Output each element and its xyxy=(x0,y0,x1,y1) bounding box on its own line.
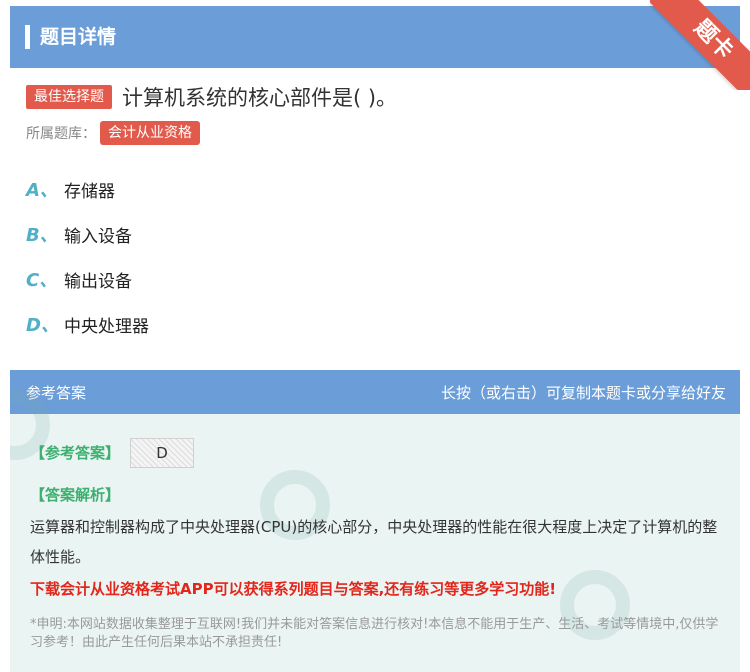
question-card: 题目详情 最佳选择题 计算机系统的核心部件是( )。 所属题库： 会计从业资格 … xyxy=(10,6,740,346)
question-header: 题目详情 xyxy=(10,6,740,68)
question-type-tag: 最佳选择题 xyxy=(26,85,112,109)
option-text: 存储器 xyxy=(64,181,115,202)
option-c[interactable]: C、 输出设备 xyxy=(26,266,132,292)
disclaimer-text: *申明:本网站数据收集整理于互联网!我们并未能对答案信息进行核对!本信息不能用于… xyxy=(30,617,719,650)
option-text: 输出设备 xyxy=(64,271,132,292)
option-d[interactable]: D、 中央处理器 xyxy=(26,311,149,337)
answer-label: 【参考答案】 xyxy=(30,444,121,462)
bank-tag[interactable]: 会计从业资格 xyxy=(100,121,200,145)
option-b[interactable]: B、 输入设备 xyxy=(26,221,132,247)
answer-header: 参考答案 长按（或右击）可复制本题卡或分享给好友 xyxy=(10,370,740,414)
answer-card: 参考答案 长按（或右击）可复制本题卡或分享给好友 【参考答案】 D 【答案解析】… xyxy=(10,370,740,672)
analysis-label: 【答案解析】 xyxy=(30,486,121,504)
ribbon-corner: 题卡 xyxy=(650,0,750,90)
question-bank-row: 所属题库： 会计从业资格 xyxy=(26,121,200,145)
header-accent-bar xyxy=(25,25,30,49)
page-title: 题目详情 xyxy=(40,26,117,48)
option-letter: C、 xyxy=(26,270,58,291)
share-hint: 长按（或右击）可复制本题卡或分享给好友 xyxy=(440,384,726,402)
option-letter: A、 xyxy=(26,180,58,201)
option-letter: D、 xyxy=(26,315,59,336)
question-text: 计算机系统的核心部件是( )。 xyxy=(122,86,398,110)
app-promo-link[interactable]: 下载会计从业资格考试APP可以获得系列题目与答案,还有练习等更多学习功能! xyxy=(30,578,556,599)
question-row: 最佳选择题 计算机系统的核心部件是( )。 xyxy=(26,82,397,112)
option-a[interactable]: A、 存储器 xyxy=(26,176,115,202)
answer-value: D xyxy=(130,438,194,468)
option-text: 输入设备 xyxy=(64,226,132,247)
option-letter: B、 xyxy=(26,225,58,246)
analysis-text: 运算器和控制器构成了中央处理器(CPU)的核心部分，中央处理器的性能在很大程度上… xyxy=(30,518,718,566)
option-text: 中央处理器 xyxy=(64,316,149,337)
bank-label: 所属题库： xyxy=(26,126,96,142)
ribbon-badge: 题卡 xyxy=(650,0,750,90)
